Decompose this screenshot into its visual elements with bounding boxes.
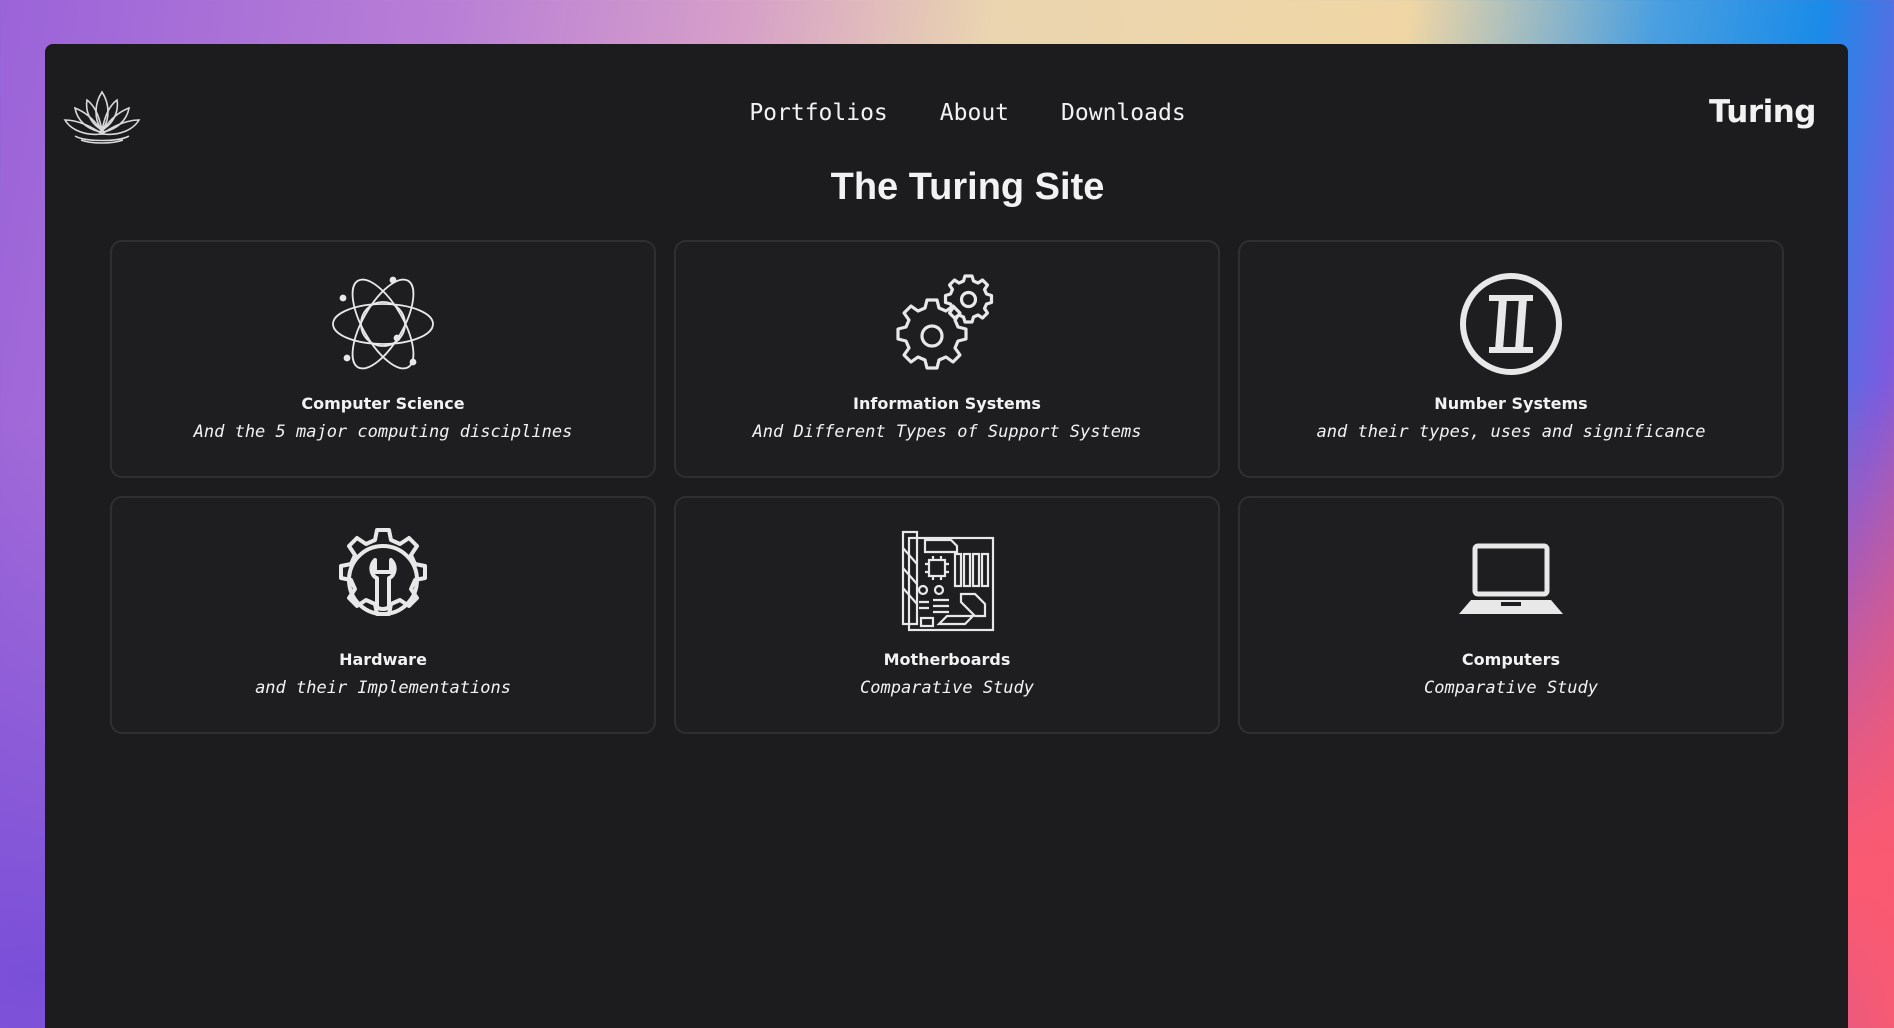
card-number-systems[interactable]: Number Systems and their types, uses and… bbox=[1238, 240, 1784, 478]
card-subtitle: Comparative Study bbox=[860, 678, 1034, 698]
nav-link-downloads[interactable]: Downloads bbox=[1061, 100, 1186, 126]
card-computer-science[interactable]: Computer Science And the 5 major computi… bbox=[110, 240, 656, 478]
card-subtitle: And Different Types of Support Systems bbox=[752, 422, 1142, 442]
nav-link-portfolios[interactable]: Portfolios bbox=[749, 100, 887, 126]
card-title: Motherboards bbox=[883, 650, 1011, 669]
card-title: Computer Science bbox=[301, 394, 465, 413]
laptop-icon bbox=[1459, 528, 1563, 632]
card-subtitle: and their Implementations bbox=[255, 678, 511, 698]
browser-window: Portfolios About Downloads Turing The Tu… bbox=[45, 44, 1848, 1028]
topic-grid: Computer Science And the 5 major computi… bbox=[110, 240, 1784, 734]
card-title: Number Systems bbox=[1434, 394, 1588, 413]
page-title: The Turing Site bbox=[830, 166, 1105, 208]
brand-name[interactable]: Turing bbox=[1709, 94, 1816, 130]
card-subtitle: Comparative Study bbox=[1424, 678, 1598, 698]
main-nav: Portfolios About Downloads bbox=[45, 100, 1848, 126]
gears-icon bbox=[895, 272, 999, 376]
nav-link-about[interactable]: About bbox=[940, 100, 1009, 126]
card-hardware[interactable]: Hardware and their Implementations bbox=[110, 496, 656, 734]
card-subtitle: and their types, uses and significance bbox=[1316, 422, 1706, 442]
card-motherboards[interactable]: Motherboards Comparative Study bbox=[674, 496, 1220, 734]
card-computers[interactable]: Computers Comparative Study bbox=[1238, 496, 1784, 734]
card-title: Hardware bbox=[339, 650, 427, 669]
gear-wrench-icon bbox=[331, 528, 435, 632]
card-title: Information Systems bbox=[853, 394, 1041, 413]
card-information-systems[interactable]: Information Systems And Different Types … bbox=[674, 240, 1220, 478]
roman-numeral-two-icon bbox=[1459, 272, 1563, 376]
motherboard-icon bbox=[895, 528, 999, 632]
atom-icon bbox=[331, 272, 435, 376]
card-title: Computers bbox=[1461, 650, 1561, 669]
card-subtitle: And the 5 major computing disciplines bbox=[193, 422, 573, 442]
